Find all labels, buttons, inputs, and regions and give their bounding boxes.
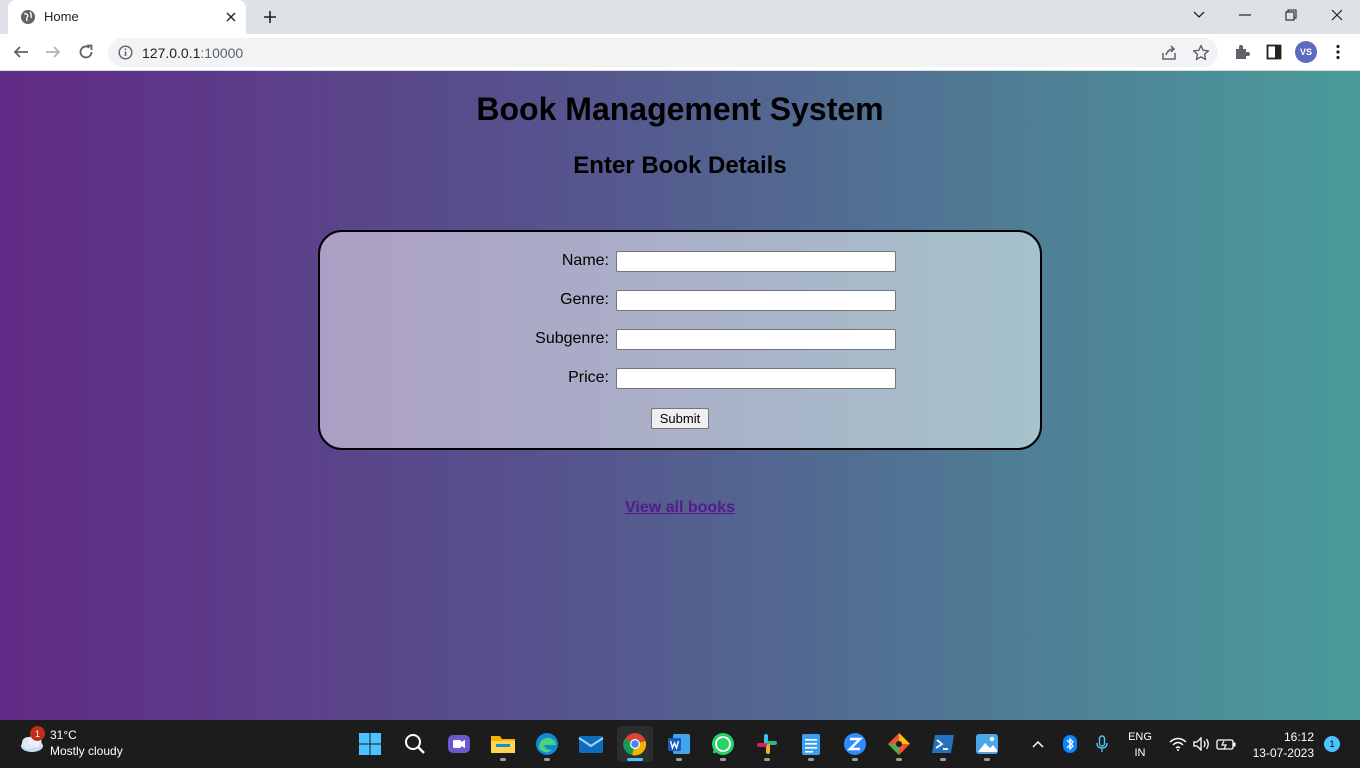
view-all-books-link[interactable]: View all books (625, 499, 735, 516)
minimize-icon[interactable] (1222, 0, 1268, 30)
search-icon[interactable] (397, 726, 433, 762)
page-subtitle: Enter Book Details (573, 152, 787, 179)
subgenre-input[interactable] (616, 329, 896, 350)
extensions-icon[interactable] (1232, 42, 1252, 62)
slack-icon[interactable] (749, 726, 785, 762)
reload-icon[interactable] (72, 38, 100, 66)
submit-button[interactable]: Submit (651, 408, 709, 429)
system-clock[interactable]: 16:12 13-07-2023 (1246, 729, 1314, 761)
chrome-icon[interactable] (617, 726, 653, 762)
weather-widget[interactable]: 1 31°C Mostly cloudy (16, 726, 166, 762)
git-icon[interactable] (881, 726, 917, 762)
tab-strip: Home (0, 0, 1360, 34)
bluetooth-icon[interactable] (1058, 732, 1082, 756)
notification-badge[interactable]: 1 (1324, 736, 1340, 752)
book-details-form: Name: Genre: Subgenre: Price: Submit (318, 230, 1042, 450)
wifi-icon[interactable] (1166, 732, 1190, 756)
restore-icon[interactable] (1268, 0, 1314, 30)
name-input[interactable] (616, 251, 896, 272)
price-label: Price: (568, 369, 609, 386)
mail-icon[interactable] (573, 726, 609, 762)
microphone-icon[interactable] (1090, 732, 1114, 756)
share-icon[interactable] (1160, 44, 1178, 67)
page-viewport: Book Management System Enter Book Detail… (0, 71, 1360, 720)
address-bar[interactable]: 127.0.0.1:10000 (108, 38, 1218, 67)
powershell-icon[interactable] (925, 726, 961, 762)
browser-tab-home[interactable]: Home (8, 0, 246, 34)
clock-time: 16:12 (1283, 730, 1314, 744)
edge-icon[interactable] (529, 726, 565, 762)
menu-kebab-icon[interactable] (1328, 42, 1348, 62)
back-icon[interactable] (7, 38, 35, 66)
subgenre-label: Subgenre: (535, 330, 609, 347)
globe-icon (20, 9, 36, 25)
language-indicator[interactable]: ENG IN (1124, 729, 1156, 761)
side-panel-icon[interactable] (1264, 42, 1284, 62)
new-tab-button[interactable] (259, 6, 281, 28)
weather-temp: 31°C (50, 728, 77, 742)
view-all-books-container: View all books (0, 499, 1360, 517)
weather-desc: Mostly cloudy (50, 744, 123, 758)
genre-input[interactable] (616, 290, 896, 311)
forward-icon[interactable] (39, 38, 67, 66)
profile-avatar[interactable]: VS (1295, 41, 1317, 63)
price-input[interactable] (616, 368, 896, 389)
tab-search-icon[interactable] (1176, 0, 1222, 30)
url-text: 127.0.0.1:10000 (142, 45, 244, 61)
taskbar: 1 31°C Mostly cloudy ENG IN 16:12 13-07-… (0, 720, 1360, 768)
close-icon[interactable] (222, 8, 240, 26)
whatsapp-icon[interactable] (705, 726, 741, 762)
clock-date: 13-07-2023 (1252, 746, 1314, 760)
zoom-icon[interactable] (837, 726, 873, 762)
tab-title: Home (44, 9, 79, 24)
meet-icon[interactable] (441, 726, 477, 762)
weather-badge: 1 (30, 726, 45, 741)
close-window-icon[interactable] (1314, 0, 1360, 30)
chevron-up-icon[interactable] (1026, 732, 1050, 756)
photos-icon[interactable] (969, 726, 1005, 762)
site-info-icon[interactable] (118, 45, 133, 60)
bookmark-star-icon[interactable] (1192, 44, 1210, 67)
genre-label: Genre: (560, 291, 609, 308)
browser-toolbar: 127.0.0.1:10000 VS (0, 34, 1360, 71)
volume-icon[interactable] (1190, 732, 1214, 756)
file-explorer-icon[interactable] (485, 726, 521, 762)
battery-icon[interactable] (1214, 732, 1238, 756)
name-label: Name: (561, 252, 609, 269)
start-icon[interactable] (352, 726, 388, 762)
notepad-icon[interactable] (793, 726, 829, 762)
word-icon[interactable] (661, 726, 697, 762)
page-title: Book Management System (476, 91, 884, 127)
